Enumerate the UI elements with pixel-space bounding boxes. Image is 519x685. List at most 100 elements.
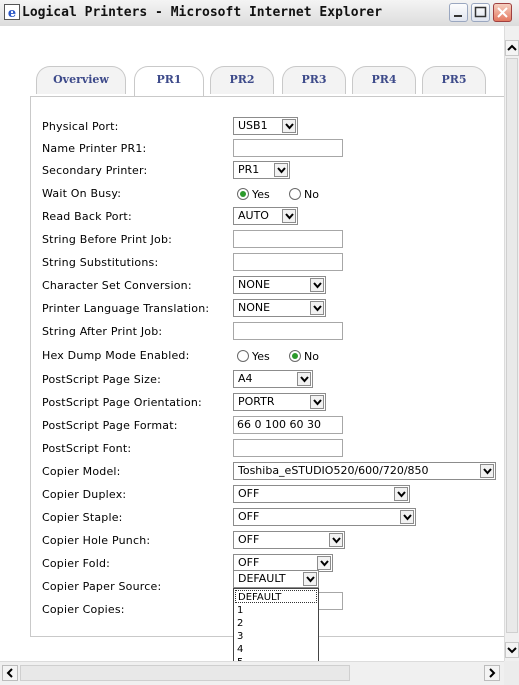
tab-label: PR5 [441, 73, 467, 86]
dropdown-option[interactable]: 4 [235, 643, 317, 656]
tab-overview[interactable]: Overview [36, 66, 126, 94]
copier-hole-punch-value: OFF [238, 533, 260, 546]
tab-label: PR3 [301, 73, 327, 86]
scroll-down-button[interactable] [505, 642, 519, 658]
wait-on-busy-yes-radio[interactable] [237, 188, 249, 200]
chevron-down-icon [282, 209, 296, 223]
tab-pr4[interactable]: PR4 [352, 66, 416, 94]
chevron-down-icon [394, 487, 408, 501]
secondary-printer-select[interactable]: PR1 [233, 161, 290, 179]
minimize-button[interactable] [449, 3, 468, 22]
secondary-printer-value: PR1 [238, 163, 260, 176]
chevron-down-icon [400, 510, 414, 524]
chevron-down-icon [317, 556, 331, 570]
copier-model-select[interactable]: Toshiba_eSTUDIO520/600/720/850 [233, 462, 496, 480]
ps-orientation-label: PostScript Page Orientation: [42, 396, 202, 409]
chevron-down-icon [310, 395, 324, 409]
dropdown-option[interactable]: DEFAULT [235, 590, 317, 603]
read-back-port-value: AUTO [238, 209, 269, 222]
hex-dump-label: Hex Dump Mode Enabled: [42, 349, 190, 362]
copier-staple-label: Copier Staple: [42, 511, 123, 524]
internet-explorer-icon: e [4, 4, 20, 20]
tab-label: Overview [53, 73, 109, 86]
chevron-up-icon [507, 44, 517, 51]
scroll-up-button[interactable] [505, 40, 519, 56]
chevron-left-icon [6, 668, 13, 678]
wait-on-busy-yes-label: Yes [252, 188, 270, 201]
tab-pr2[interactable]: PR2 [210, 66, 274, 94]
charset-conversion-select[interactable]: NONE [233, 276, 326, 294]
secondary-printer-label: Secondary Printer: [42, 164, 148, 177]
charset-conversion-label: Character Set Conversion: [42, 279, 192, 292]
dropdown-option[interactable]: 3 [235, 630, 317, 643]
wait-on-busy-no-radio[interactable] [289, 188, 301, 200]
copier-staple-select[interactable]: OFF [233, 508, 416, 526]
copier-duplex-label: Copier Duplex: [42, 488, 127, 501]
copier-hole-punch-select[interactable]: OFF [233, 531, 345, 549]
copier-duplex-select[interactable]: OFF [233, 485, 410, 503]
wait-on-busy-label: Wait On Busy: [42, 187, 122, 200]
maximize-button[interactable] [471, 3, 490, 22]
chevron-right-icon [489, 668, 496, 678]
horizontal-scroll-thumb[interactable] [20, 665, 350, 681]
chevron-down-icon [297, 372, 311, 386]
string-before-input[interactable] [233, 230, 343, 248]
string-substitutions-input[interactable] [233, 253, 343, 271]
window-title: Logical Printers - Microsoft Internet Ex… [22, 5, 383, 20]
ps-page-size-select[interactable]: A4 [233, 370, 313, 388]
minimize-icon [454, 15, 462, 17]
chevron-down-icon [480, 464, 494, 478]
dropdown-option[interactable]: 1 [235, 604, 317, 617]
tab-pr1[interactable]: PR1 [134, 66, 204, 97]
copier-hole-punch-label: Copier Hole Punch: [42, 534, 151, 547]
string-after-input[interactable] [233, 322, 343, 340]
panel-border-top [30, 96, 504, 97]
ps-page-format-input[interactable]: 66 0 100 60 30 [233, 416, 343, 434]
scroll-left-button[interactable] [2, 665, 18, 681]
copier-paper-source-label: Copier Paper Source: [42, 580, 162, 593]
svg-text:e: e [8, 6, 16, 20]
dropdown-option[interactable]: 2 [235, 617, 317, 630]
copier-duplex-value: OFF [238, 487, 260, 500]
copier-staple-value: OFF [238, 510, 260, 523]
scroll-right-button[interactable] [484, 665, 500, 681]
ps-orientation-select[interactable]: PORTR [233, 393, 326, 411]
chevron-down-icon [274, 163, 288, 177]
chevron-down-icon [303, 572, 317, 586]
language-translation-select[interactable]: NONE [233, 299, 326, 317]
copier-copies-label: Copier Copies: [42, 603, 125, 616]
horizontal-scrollbar[interactable] [0, 661, 504, 685]
tab-pr3[interactable]: PR3 [282, 66, 346, 94]
copier-fold-label: Copier Fold: [42, 557, 111, 570]
copier-paper-source-select[interactable]: DEFAULT [233, 570, 319, 588]
chevron-down-icon [507, 647, 517, 654]
panel-border-left [30, 96, 31, 636]
ps-page-size-label: PostScript Page Size: [42, 373, 162, 386]
vertical-scroll-thumb[interactable] [506, 58, 518, 633]
charset-conversion-value: NONE [238, 278, 271, 291]
string-before-label: String Before Print Job: [42, 233, 173, 246]
ps-font-label: PostScript Font: [42, 442, 132, 455]
tab-pr5[interactable]: PR5 [422, 66, 486, 94]
name-printer-input[interactable] [233, 139, 343, 157]
chevron-down-icon [282, 119, 296, 133]
hex-dump-no-radio[interactable] [289, 350, 301, 362]
read-back-port-select[interactable]: AUTO [233, 207, 298, 225]
hex-dump-yes-label: Yes [252, 350, 270, 363]
vertical-scrollbar[interactable] [504, 26, 519, 661]
wait-on-busy-no-label: No [304, 188, 319, 201]
ps-page-format-label: PostScript Page Format: [42, 419, 178, 432]
language-translation-value: NONE [238, 301, 271, 314]
close-icon [497, 7, 508, 18]
scrollbar-corner [504, 661, 519, 685]
hex-dump-yes-radio[interactable] [237, 350, 249, 362]
ps-font-input[interactable] [233, 439, 343, 457]
close-button[interactable] [493, 3, 512, 22]
language-translation-label: Printer Language Translation: [42, 302, 210, 315]
copier-model-label: Copier Model: [42, 465, 121, 478]
title-bar: e Logical Printers - Microsoft Internet … [0, 0, 519, 27]
read-back-port-label: Read Back Port: [42, 210, 132, 223]
physical-port-select[interactable]: USB1 [233, 117, 298, 135]
tab-label: PR2 [229, 73, 255, 86]
chevron-down-icon [329, 533, 343, 547]
